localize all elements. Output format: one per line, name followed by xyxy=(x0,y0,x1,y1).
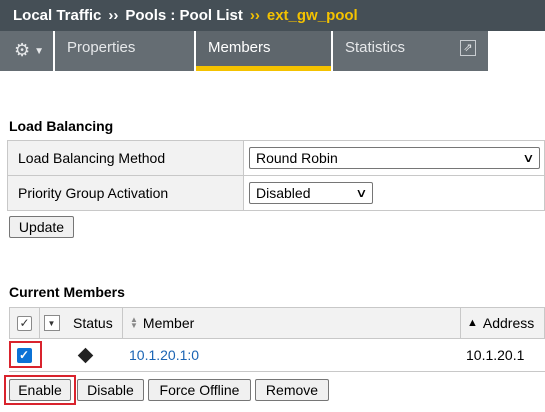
priority-group-cell: Disabled ∨ xyxy=(243,175,545,211)
chevron-down-icon: ∨ xyxy=(355,186,368,200)
remove-button[interactable]: Remove xyxy=(255,379,329,401)
gear-icon: ⚙ xyxy=(14,40,31,60)
tab-gear-menu[interactable]: ⚙ ▼ xyxy=(0,31,53,71)
sort-icon: ▲ ▼ xyxy=(130,315,138,330)
header-select-all-cell: ✓ xyxy=(10,308,40,338)
lb-method-label: Load Balancing Method xyxy=(7,140,244,176)
member-address: 10.1.20.1 xyxy=(466,347,525,363)
lb-method-cell: Round Robin ∨ xyxy=(243,140,545,176)
priority-group-label: Priority Group Activation xyxy=(7,175,244,211)
chevron-down-icon[interactable]: ▼ xyxy=(43,315,60,331)
breadcrumb-local-traffic[interactable]: Local Traffic xyxy=(13,7,101,24)
load-balancing-title: Load Balancing xyxy=(9,118,114,134)
breadcrumb-separator: ›› xyxy=(108,7,119,24)
tab-statistics-label: Statistics xyxy=(345,39,406,56)
breadcrumb-current-pool: ext_gw_pool xyxy=(266,7,358,24)
members-table-header: ✓ ▼ Status ▲ ▼ Member ▲ Address xyxy=(9,307,545,339)
load-balancing-table: Load Balancing Method Round Robin ∨ Prio… xyxy=(7,140,545,211)
table-row: Load Balancing Method Round Robin ∨ xyxy=(7,140,545,176)
row-member-cell: 10.1.20.1:0 xyxy=(122,347,460,363)
current-members-title: Current Members xyxy=(9,284,125,300)
tab-statistics[interactable]: Statistics ⇗ xyxy=(333,31,488,71)
popout-icon[interactable]: ⇗ xyxy=(460,40,476,56)
highlight-box xyxy=(4,375,76,405)
breadcrumb-separator: ›› xyxy=(249,7,260,24)
disable-button[interactable]: Disable xyxy=(77,379,144,401)
priority-group-select[interactable]: Disabled ∨ xyxy=(249,182,373,204)
tab-properties[interactable]: Properties xyxy=(55,31,194,71)
tab-bar: ⚙ ▼ Properties Members Statistics ⇗ xyxy=(0,31,545,71)
tab-members[interactable]: Members xyxy=(196,31,331,71)
force-offline-button[interactable]: Force Offline xyxy=(148,379,251,401)
column-member-label: Member xyxy=(142,315,195,331)
lb-method-select[interactable]: Round Robin ∨ xyxy=(249,147,540,169)
select-all-checkbox[interactable]: ✓ xyxy=(17,315,32,331)
breadcrumb: Local Traffic ›› Pools : Pool List ›› ex… xyxy=(0,0,545,31)
chevron-down-icon: ▼ xyxy=(34,46,45,57)
row-status-cell xyxy=(62,347,122,363)
column-address-label: Address xyxy=(482,315,535,331)
column-status[interactable]: Status xyxy=(63,308,123,338)
column-address[interactable]: ▲ Address xyxy=(461,308,544,338)
tab-members-label: Members xyxy=(208,39,271,56)
row-address-cell: 10.1.20.1 xyxy=(460,347,545,363)
column-member[interactable]: ▲ ▼ Member xyxy=(123,308,461,338)
member-link[interactable]: 10.1.20.1:0 xyxy=(129,347,199,363)
header-options-cell: ▼ xyxy=(40,308,63,338)
table-row: Priority Group Activation Disabled ∨ xyxy=(7,175,545,211)
status-unknown-icon xyxy=(77,347,93,363)
highlight-box xyxy=(9,341,42,368)
sort-ascending-icon: ▲ xyxy=(467,317,478,329)
priority-group-value: Disabled xyxy=(256,185,311,201)
column-status-label: Status xyxy=(73,315,113,331)
chevron-down-icon: ∨ xyxy=(522,151,535,165)
tab-properties-label: Properties xyxy=(67,39,136,56)
table-row[interactable]: ✓ 10.1.20.1:0 10.1.20.1 xyxy=(9,339,545,372)
update-button[interactable]: Update xyxy=(9,216,74,238)
lb-method-value: Round Robin xyxy=(256,150,338,166)
breadcrumb-pool-list[interactable]: Pools : Pool List xyxy=(125,7,243,24)
